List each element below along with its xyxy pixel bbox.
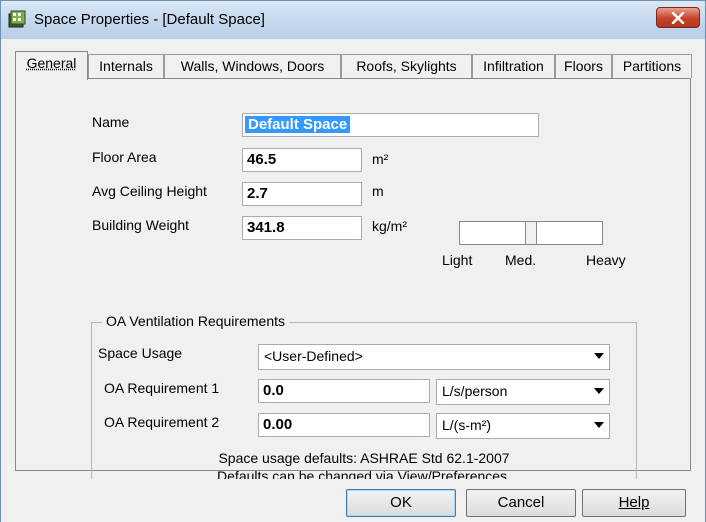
oa-req2-field[interactable]: 0.00 [258,413,430,437]
oa-req1-unit-select[interactable]: L/s/person [436,379,610,405]
floor-area-value: 46.5 [247,151,277,168]
name-label: Name [92,114,130,130]
floor-area-unit: m² [372,151,389,167]
tab-infiltration[interactable]: Infiltration [472,54,555,78]
slider-thumb[interactable] [525,221,537,245]
ok-button[interactable]: OK [346,489,456,517]
building-weight-value: 341.8 [247,219,285,236]
slider-light-label: Light [442,252,473,268]
title-bar[interactable]: Space Properties - [Default Space] [1,1,705,39]
oa-group-title: OA Ventilation Requirements [102,313,289,329]
building-weight-field[interactable]: 341.8 [242,216,362,240]
help-button[interactable]: Help [582,489,686,517]
tab-label: Internals [99,58,153,74]
space-properties-window: Space Properties - [Default Space] Gener… [0,0,706,522]
oa-req2-value: 0.00 [263,416,293,433]
cancel-button[interactable]: Cancel [466,489,576,517]
oa-ventilation-group: OA Ventilation Requirements Space Usage … [91,313,637,500]
floor-area-label: Floor Area [92,149,157,165]
slider-med-label: Med. [505,252,537,268]
oa-req2-unit-select[interactable]: L/(s-m²) [436,413,610,439]
help-label: Help [618,494,650,511]
ok-label: OK [390,494,412,511]
window-title: Space Properties - [Default Space] [34,11,265,28]
tab-walls-windows-doors[interactable]: Walls, Windows, Doors [164,54,341,78]
name-value: Default Space [245,116,351,133]
space-usage-value: <User-Defined> [264,348,363,364]
ceiling-height-unit: m [372,183,384,199]
space-usage-select[interactable]: <User-Defined> [258,344,610,370]
tab-label: Floors [564,58,603,74]
tab-partitions[interactable]: Partitions [612,54,692,78]
chevron-down-icon[interactable] [590,416,607,434]
tab-label: General [26,55,77,71]
chevron-down-icon[interactable] [590,382,607,400]
floor-area-field[interactable]: 46.5 [242,148,362,172]
tab-label: Walls, Windows, Doors [180,58,325,74]
cancel-label: Cancel [497,494,545,511]
building-weight-unit: kg/m² [372,218,407,234]
oa-req1-unit: L/s/person [442,383,508,399]
oa-req1-value: 0.0 [263,382,284,399]
slider-heavy-label: Heavy [586,252,626,268]
ceiling-height-field[interactable]: 2.7 [242,182,362,206]
usage-defaults-line1: Space usage defaults: ASHRAE Std 62.1-20… [218,450,510,466]
ceiling-height-label: Avg Ceiling Height [92,183,207,199]
oa-req2-label: OA Requirement 2 [104,414,220,430]
ceiling-height-value: 2.7 [247,185,268,202]
general-panel: Name Default Space Floor Area 46.5 m² Av… [15,78,691,500]
oa-req1-label: OA Requirement 1 [104,380,220,396]
dialog-content: General Internals Walls, Windows, Doors … [9,39,699,500]
app-icon [8,10,26,28]
tab-general[interactable]: General [15,51,88,80]
name-field[interactable]: Default Space [242,113,539,137]
button-bar: OK Cancel Help [1,479,705,522]
building-weight-slider[interactable] [459,221,603,245]
chevron-down-icon[interactable] [590,347,607,365]
close-button[interactable] [656,7,700,28]
oa-req1-field[interactable]: 0.0 [258,379,430,403]
building-weight-label: Building Weight [92,217,190,233]
space-usage-label: Space Usage [98,345,183,361]
tab-label: Infiltration [483,58,544,74]
tab-roofs-skylights[interactable]: Roofs, Skylights [341,54,472,78]
close-icon [671,11,685,24]
tab-floors[interactable]: Floors [555,54,612,78]
tab-internals[interactable]: Internals [88,54,164,78]
oa-req2-unit: L/(s-m²) [442,417,491,433]
tab-label: Roofs, Skylights [356,58,457,74]
tab-label: Partitions [622,58,682,74]
